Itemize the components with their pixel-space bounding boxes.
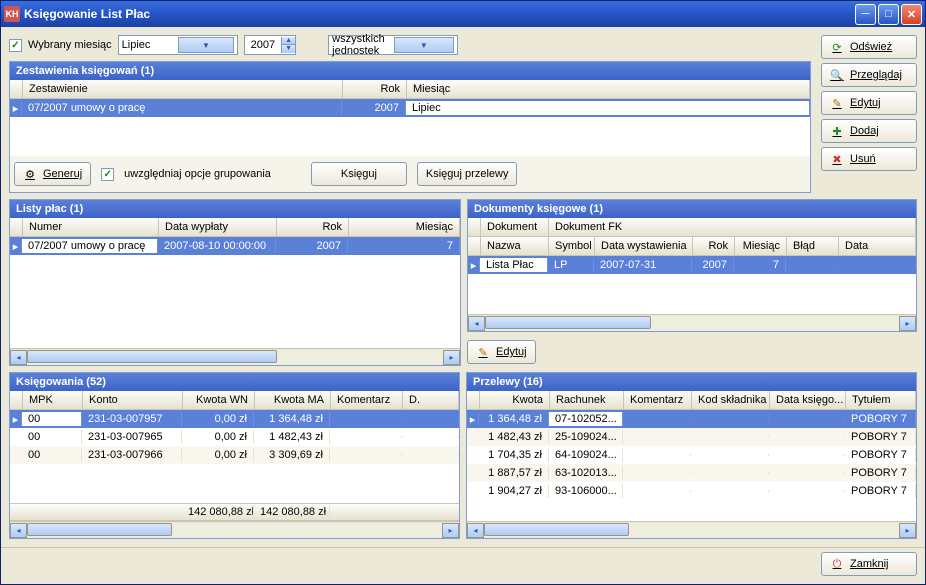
app-window: KH Księgowanie List Płac ─ □ ✕ ✓ Wybrany… bbox=[0, 0, 926, 585]
month-checkbox[interactable]: ✓ bbox=[9, 39, 22, 52]
spin-down-icon[interactable]: ▼ bbox=[281, 45, 295, 53]
listy-panel: Listy płac (1) Numer Data wypłaty Rok Mi… bbox=[9, 199, 461, 366]
przelewy-row[interactable]: 1 704,35 zł64-109024...POBORY 7 bbox=[467, 446, 916, 464]
scroll-right-icon[interactable]: ▸ bbox=[899, 316, 916, 331]
ksiegowania-row[interactable]: 00231-03-0079650,00 zł1 482,43 zł bbox=[10, 428, 459, 446]
zestawienia-columns: Zestawienie Rok Miesiąc bbox=[10, 80, 810, 99]
dokumenty-header: Dokumenty księgowe (1) bbox=[468, 200, 916, 218]
month-combo[interactable]: Lipiec▼ bbox=[118, 35, 238, 55]
generuj-button[interactable]: ⚙Generuj bbox=[14, 162, 91, 186]
przelewy-row[interactable]: 1 904,27 zł93-106000...POBORY 7 bbox=[467, 482, 916, 500]
row-marker-icon: ▸ bbox=[467, 413, 479, 426]
refresh-button[interactable]: ⟳Odśwież bbox=[821, 35, 917, 59]
row-marker-icon: ▸ bbox=[10, 102, 22, 115]
ksiegowania-panel: Księgowania (52) MPK Konto Kwota WN Kwot… bbox=[9, 372, 460, 539]
browse-button[interactable]: 🔍Przeglądaj bbox=[821, 63, 917, 87]
row-marker-icon: ▸ bbox=[10, 240, 22, 253]
listy-row[interactable]: ▸ 07/2007 umowy o pracę 2007-08-10 00:00… bbox=[10, 237, 460, 255]
plus-icon: ✚ bbox=[830, 124, 844, 138]
zestawienia-header: Zestawienia księgowań (1) bbox=[10, 62, 810, 80]
add-button[interactable]: ✚Dodaj bbox=[821, 119, 917, 143]
app-icon: KH bbox=[4, 6, 20, 22]
maximize-button[interactable]: □ bbox=[878, 4, 899, 25]
ksiegowania-hscroll[interactable]: ◂ ▸ bbox=[10, 521, 459, 538]
row-marker-icon: ▸ bbox=[10, 413, 22, 426]
scroll-left-icon[interactable]: ◂ bbox=[10, 523, 27, 538]
power-icon: ⏻ bbox=[830, 557, 844, 571]
dokumenty-row[interactable]: ▸ Lista Płac LP 2007-07-31 2007 7 bbox=[468, 256, 916, 274]
delete-button[interactable]: ✖Usuń bbox=[821, 147, 917, 171]
units-combo[interactable]: wszystkich jednostek▼ bbox=[328, 35, 458, 55]
ksiegowania-row[interactable]: 00231-03-0079660,00 zł3 309,69 zł bbox=[10, 446, 459, 464]
scroll-left-icon[interactable]: ◂ bbox=[468, 316, 485, 331]
dokumenty-edit-button[interactable]: ✎Edytuj bbox=[467, 340, 536, 364]
ksieguj-przelewy-button[interactable]: Księguj przelewy bbox=[417, 162, 518, 186]
scroll-left-icon[interactable]: ◂ bbox=[10, 350, 27, 365]
spin-up-icon[interactable]: ▲ bbox=[281, 37, 295, 45]
window-title: Księgowanie List Płac bbox=[24, 7, 855, 21]
zestawienia-panel: Zestawienia księgowań (1) Zestawienie Ro… bbox=[9, 61, 811, 193]
scroll-right-icon[interactable]: ▸ bbox=[443, 350, 460, 365]
ksieguj-button[interactable]: Księguj bbox=[311, 162, 407, 186]
przelewy-panel: Przelewy (16) Kwota Rachunek Komentarz K… bbox=[466, 372, 917, 539]
listy-header: Listy płac (1) bbox=[10, 200, 460, 218]
listy-hscroll[interactable]: ◂ ▸ bbox=[10, 348, 460, 365]
grupowanie-label: uwzględniaj opcje grupowania bbox=[124, 168, 271, 180]
scroll-left-icon[interactable]: ◂ bbox=[467, 523, 484, 538]
close-dialog-button[interactable]: ⏻Zamknij bbox=[821, 552, 917, 576]
dokumenty-panel: Dokumenty księgowe (1) Dokument Dokument… bbox=[467, 199, 917, 332]
close-button[interactable]: ✕ bbox=[901, 4, 922, 25]
przelewy-row[interactable]: 1 482,43 zł25-109024...POBORY 7 bbox=[467, 428, 916, 446]
row-marker-icon: ▸ bbox=[468, 259, 480, 272]
przelewy-row[interactable]: 1 887,57 zł63-102013...POBORY 7 bbox=[467, 464, 916, 482]
titlebar: KH Księgowanie List Płac ─ □ ✕ bbox=[1, 1, 925, 27]
minimize-button[interactable]: ─ bbox=[855, 4, 876, 25]
chevron-down-icon: ▼ bbox=[178, 37, 234, 53]
scroll-right-icon[interactable]: ▸ bbox=[442, 523, 459, 538]
przelewy-row[interactable]: ▸1 364,48 zł07-102052...POBORY 7 bbox=[467, 410, 916, 428]
gear-icon: ⚙ bbox=[23, 167, 37, 181]
dokumenty-hscroll[interactable]: ◂ ▸ bbox=[468, 314, 916, 331]
zestawienia-row[interactable]: ▸ 07/2007 umowy o pracę 2007 Lipiec bbox=[10, 99, 810, 117]
pencil-icon: ✎ bbox=[830, 96, 844, 110]
ksiegowania-sum-row: 142 080,88 zł 142 080,88 zł bbox=[10, 503, 459, 521]
chevron-down-icon: ▼ bbox=[394, 37, 455, 53]
refresh-icon: ⟳ bbox=[830, 40, 844, 54]
ksiegowania-row[interactable]: ▸00231-03-0079570,00 zł1 364,48 zł bbox=[10, 410, 459, 428]
edit-button[interactable]: ✎Edytuj bbox=[821, 91, 917, 115]
year-spinner[interactable]: 2007 ▲▼ bbox=[244, 35, 296, 55]
grupowanie-checkbox[interactable]: ✓ bbox=[101, 168, 114, 181]
przelewy-hscroll[interactable]: ◂ ▸ bbox=[467, 521, 916, 538]
delete-icon: ✖ bbox=[830, 152, 844, 166]
month-checkbox-label: Wybrany miesiąc bbox=[28, 39, 112, 51]
przelewy-header: Przelewy (16) bbox=[467, 373, 916, 391]
scroll-right-icon[interactable]: ▸ bbox=[899, 523, 916, 538]
ksiegowania-header: Księgowania (52) bbox=[10, 373, 459, 391]
pencil-icon: ✎ bbox=[476, 345, 490, 359]
search-icon: 🔍 bbox=[830, 68, 844, 82]
